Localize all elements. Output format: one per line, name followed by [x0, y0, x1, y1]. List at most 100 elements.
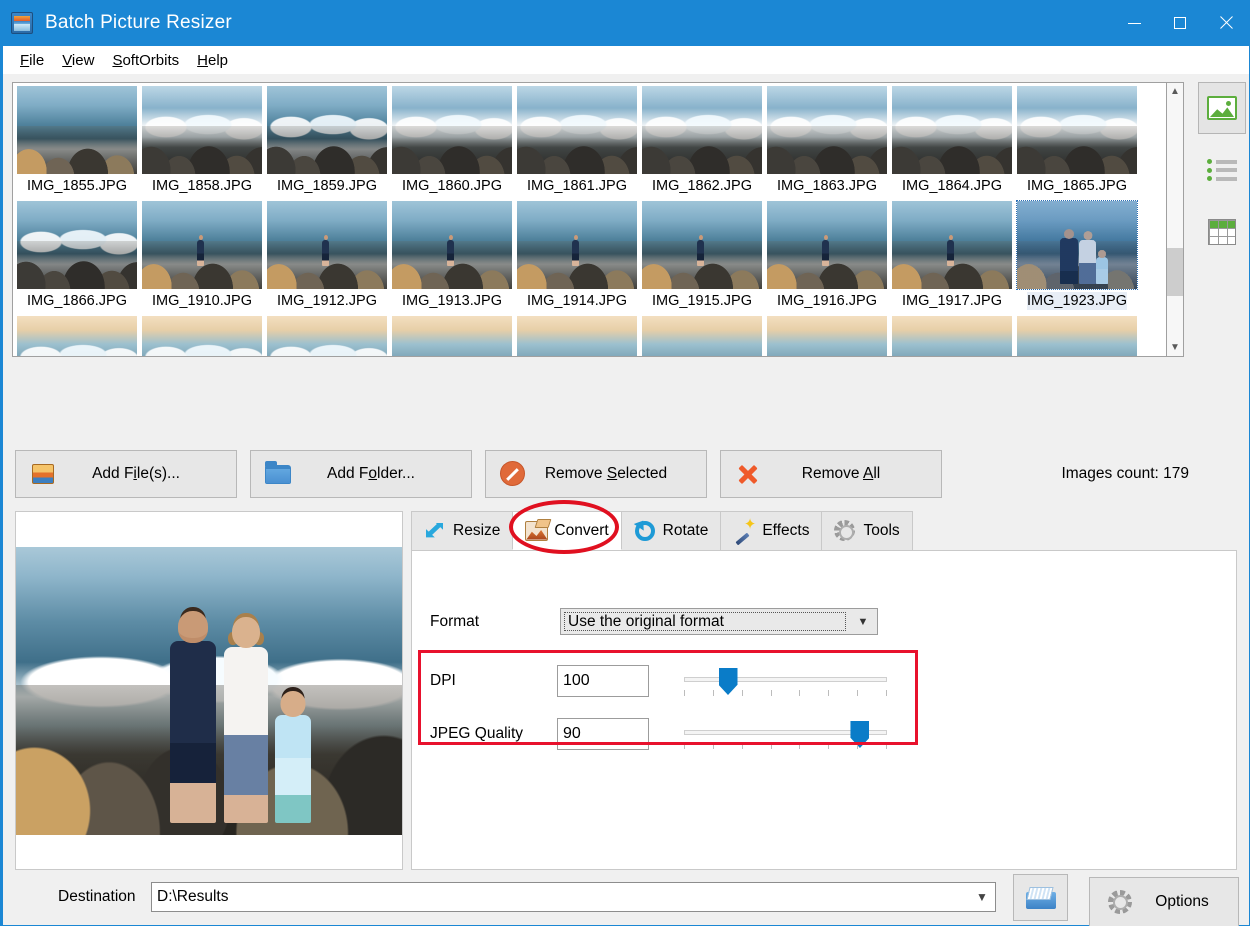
thumbnail-item[interactable]: IMG_1912.JPG	[265, 200, 389, 315]
format-row: Format Use the original format ▼	[430, 608, 878, 635]
thumbnail-item[interactable]: IMG_1915.JPG	[640, 200, 764, 315]
maximize-icon	[1174, 17, 1186, 29]
dpi-slider[interactable]	[684, 664, 887, 698]
thumbnail-item[interactable]: IMG_1860.JPG	[390, 85, 514, 200]
title-bar: Batch Picture Resizer	[0, 0, 1249, 46]
dpi-row: DPI 100	[430, 664, 887, 698]
thumbnail-item[interactable]: IMG_1855.JPG	[15, 85, 139, 200]
thumbnail-item[interactable]	[1015, 315, 1139, 356]
thumbnail-image	[1017, 86, 1137, 174]
thumbnail-image	[517, 86, 637, 174]
tab-convert[interactable]: Convert	[512, 511, 622, 550]
jpeg-quality-label: JPEG Quality	[430, 725, 524, 742]
thumbnail-label: IMG_1923.JPG	[1027, 292, 1127, 310]
thumbnail-item[interactable]	[390, 315, 514, 356]
thumbnail-item[interactable]: IMG_1917.JPG	[890, 200, 1014, 315]
menu-item-view[interactable]: View	[53, 49, 103, 72]
tab-resize[interactable]: Resize	[411, 511, 514, 550]
thumbnail-label: IMG_1913.JPG	[402, 293, 502, 309]
menu-item-file[interactable]: File	[11, 49, 53, 72]
scrollbar-track[interactable]	[1167, 100, 1183, 339]
thumbnail-list[interactable]: IMG_1855.JPG IMG_1858.JPG IMG_1859.JPG I…	[12, 82, 1167, 357]
view-mode-thumbnails[interactable]	[1198, 82, 1246, 134]
window-controls	[1111, 0, 1249, 46]
thumbnail-item[interactable]	[515, 315, 639, 356]
thumbnail-item-selected[interactable]: IMG_1923.JPG	[1015, 200, 1139, 315]
scroll-up-button[interactable]: ▲	[1167, 83, 1183, 100]
tab-tools[interactable]: Tools	[821, 511, 913, 550]
add-folder-icon	[265, 461, 291, 487]
thumbnail-label: IMG_1912.JPG	[277, 293, 377, 309]
thumbnail-item[interactable]: IMG_1859.JPG	[265, 85, 389, 200]
thumbnail-label: IMG_1917.JPG	[902, 293, 1002, 309]
remove-selected-label: Remove Selected	[544, 465, 668, 482]
thumbnail-label: IMG_1863.JPG	[777, 178, 877, 194]
add-folder-button[interactable]: Add Folder...	[250, 450, 472, 498]
thumbnail-item[interactable]: IMG_1861.JPG	[515, 85, 639, 200]
view-mode-list[interactable]	[1198, 144, 1246, 196]
thumbnail-item[interactable]: IMG_1866.JPG	[15, 200, 139, 315]
remove-all-button[interactable]: Remove All	[720, 450, 942, 498]
thumbnail-item[interactable]	[15, 315, 139, 356]
tab-rotate[interactable]: Rotate	[620, 511, 722, 550]
thumbnail-item[interactable]	[140, 315, 264, 356]
thumbnail-item[interactable]: IMG_1862.JPG	[640, 85, 764, 200]
gear-icon	[1102, 890, 1138, 914]
remove-selected-button[interactable]: Remove Selected	[485, 450, 707, 498]
jpeg-quality-input[interactable]: 90	[557, 718, 649, 750]
thumbnail-item[interactable]: IMG_1864.JPG	[890, 85, 1014, 200]
thumbnail-item[interactable]: IMG_1858.JPG	[140, 85, 264, 200]
maximize-button[interactable]	[1157, 0, 1203, 46]
browse-destination-button[interactable]	[1013, 874, 1068, 921]
picture-icon	[1207, 96, 1237, 120]
close-icon	[1219, 16, 1233, 30]
thumbnail-item[interactable]	[640, 315, 764, 356]
convert-tab-content: Format Use the original format ▼ DPI 100	[411, 551, 1237, 870]
menu-item-softorbits[interactable]: SoftOrbits	[103, 49, 188, 72]
thumbnail-item[interactable]	[265, 315, 389, 356]
thumbnail-label: IMG_1915.JPG	[652, 293, 752, 309]
thumbnail-item[interactable]: IMG_1865.JPG	[1015, 85, 1139, 200]
remove-all-icon	[735, 461, 761, 487]
thumbnail-grid: IMG_1855.JPG IMG_1858.JPG IMG_1859.JPG I…	[13, 83, 1166, 356]
thumbnail-label: IMG_1855.JPG	[27, 178, 127, 194]
add-files-button[interactable]: Add File(s)...	[15, 450, 237, 498]
image-preview-panel	[15, 511, 403, 870]
minimize-button[interactable]	[1111, 0, 1157, 46]
options-button[interactable]: Options	[1089, 877, 1239, 926]
tab-effects[interactable]: Effects	[720, 511, 823, 550]
thumbnail-image	[392, 86, 512, 174]
picture-app-icon	[11, 12, 33, 34]
scroll-down-button[interactable]: ▼	[1167, 339, 1183, 356]
thumbnail-image	[642, 201, 762, 289]
thumbnail-image	[892, 86, 1012, 174]
thumbnail-item[interactable]: IMG_1910.JPG	[140, 200, 264, 315]
tab-rotate-label: Rotate	[662, 522, 709, 539]
thumbnail-item[interactable]: IMG_1916.JPG	[765, 200, 889, 315]
thumbnail-item[interactable]: IMG_1913.JPG	[390, 200, 514, 315]
thumbnail-image	[392, 316, 512, 356]
dpi-input[interactable]: 100	[557, 665, 649, 697]
thumbnail-item[interactable]: IMG_1914.JPG	[515, 200, 639, 315]
thumbnail-scrollbar[interactable]: ▲ ▼	[1167, 82, 1184, 357]
destination-value: D:\Results	[157, 888, 229, 905]
scrollbar-thumb[interactable]	[1167, 248, 1183, 297]
thumbnail-image	[1017, 316, 1137, 356]
options-label: Options	[1155, 893, 1209, 910]
convert-icon	[525, 520, 549, 542]
thumbnail-image	[892, 316, 1012, 356]
menu-bar: File View SoftOrbits Help	[3, 46, 1249, 74]
format-dropdown[interactable]: Use the original format ▼	[560, 608, 878, 635]
thumbnail-label: IMG_1864.JPG	[902, 178, 1002, 194]
thumbnail-browser: IMG_1855.JPG IMG_1858.JPG IMG_1859.JPG I…	[12, 82, 1184, 357]
thumbnail-item[interactable]: IMG_1863.JPG	[765, 85, 889, 200]
view-mode-table[interactable]	[1198, 206, 1246, 258]
add-file-icon	[30, 461, 56, 487]
destination-combobox[interactable]: D:\Results ▼	[151, 882, 996, 912]
thumbnail-item[interactable]	[765, 315, 889, 356]
jpeg-quality-slider[interactable]	[684, 717, 887, 751]
close-button[interactable]	[1203, 0, 1249, 46]
menu-item-help[interactable]: Help	[188, 49, 237, 72]
thumbnail-item[interactable]	[890, 315, 1014, 356]
dpi-slider-track[interactable]	[684, 677, 887, 682]
